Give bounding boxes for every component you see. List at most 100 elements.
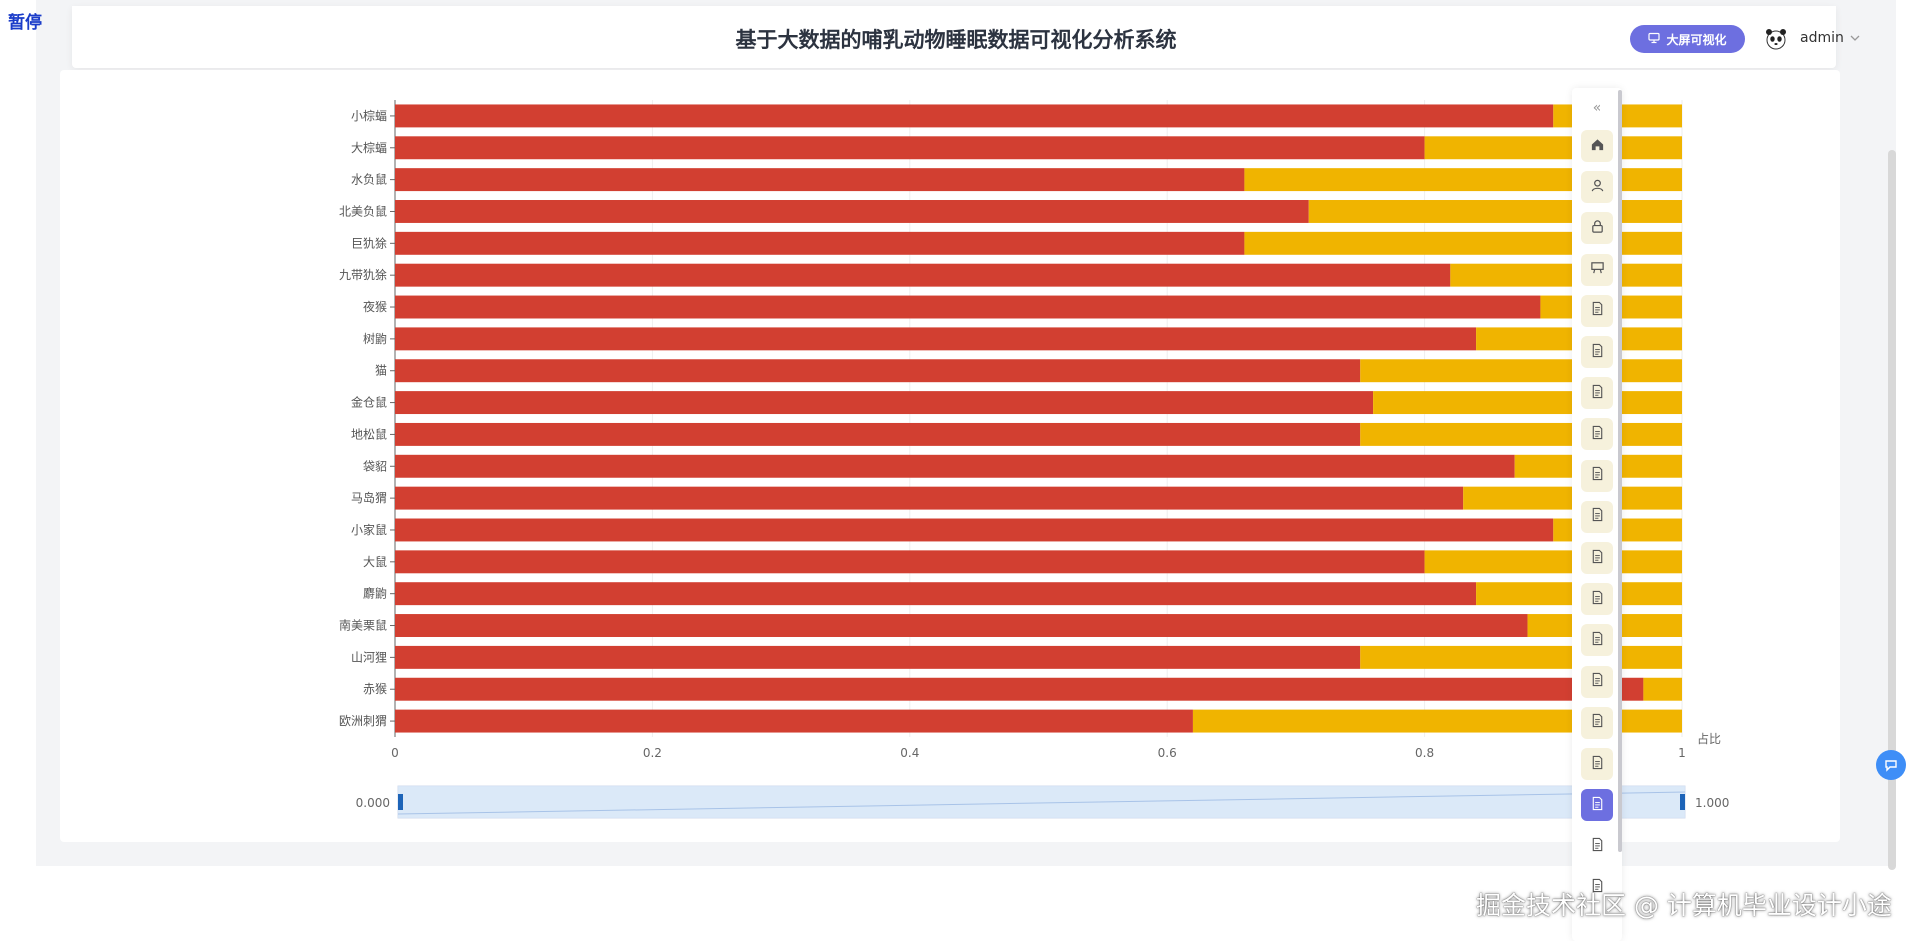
bar-series-2 <box>1360 422 1682 446</box>
bar-series-2 <box>1308 200 1682 223</box>
bar-series-1 <box>395 645 1361 669</box>
document-icon <box>1590 837 1605 856</box>
side-menu-item-5[interactable] <box>1581 294 1613 327</box>
data-zoom-start-label: 0.000 <box>356 796 390 810</box>
collapse-menu-icon[interactable]: « <box>1581 94 1613 122</box>
bar-series-1 <box>395 200 1309 223</box>
y-tick-label: 树鼩 <box>363 331 387 346</box>
y-tick-label: 马岛猬 <box>351 490 387 505</box>
presentation-icon <box>1590 260 1605 279</box>
side-menu-item-17[interactable] <box>1581 789 1613 822</box>
home-icon <box>1590 137 1605 156</box>
bar-series-2 <box>1424 550 1682 574</box>
bar-series-1 <box>395 263 1451 287</box>
data-zoom-end-label: 1.000 <box>1695 796 1729 810</box>
y-tick-label: 袋貂 <box>363 459 387 473</box>
x-tick-label: 0.6 <box>1158 746 1177 760</box>
bar-series-2 <box>1360 359 1682 383</box>
watermark: 掘金技术社区 @ 计算机毕业设计小途 <box>1476 891 1892 920</box>
y-tick-label: 九带犰狳 <box>339 267 387 282</box>
y-tick-label: 大棕蝠 <box>351 140 387 155</box>
bar-series-1 <box>395 327 1477 351</box>
side-menu-item-7[interactable] <box>1581 377 1613 410</box>
document-icon <box>1590 301 1605 320</box>
side-menu-item-3[interactable] <box>1581 212 1613 245</box>
bar-series-1 <box>395 422 1361 446</box>
bar-series-1 <box>395 391 1374 415</box>
bar-series-1 <box>395 136 1425 160</box>
y-tick-label: 猫 <box>375 364 387 378</box>
y-tick-label: 金仓鼠 <box>351 395 387 410</box>
bar-series-1 <box>395 359 1361 383</box>
bar-series-2 <box>1373 391 1682 415</box>
document-icon <box>1590 672 1605 691</box>
side-menu-item-18[interactable] <box>1581 830 1613 863</box>
x-tick-label: 0.8 <box>1415 746 1434 760</box>
side-menu-item-9[interactable] <box>1581 459 1613 492</box>
bar-series-1 <box>395 614 1528 637</box>
bar-series-1 <box>395 582 1477 606</box>
document-icon <box>1590 631 1605 650</box>
chat-float-button[interactable] <box>1876 750 1906 780</box>
y-tick-label: 山河狸 <box>351 650 387 664</box>
side-menu-item-1[interactable] <box>1581 130 1613 162</box>
bar-series-2 <box>1360 645 1682 669</box>
data-zoom-window <box>398 786 1685 818</box>
x-tick-label: 0 <box>391 746 399 760</box>
x-tick-label: 0.2 <box>643 746 662 760</box>
y-tick-label: 小棕蝠 <box>351 108 387 123</box>
x-tick-label: 1 <box>1678 746 1686 760</box>
side-menu-item-2[interactable] <box>1581 171 1613 204</box>
bar-series-1 <box>395 518 1554 542</box>
y-tick-label: 水负鼠 <box>351 173 387 187</box>
side-menu-item-12[interactable] <box>1581 583 1613 616</box>
side-menu-item-14[interactable] <box>1581 665 1613 698</box>
bar-series-1 <box>395 550 1425 574</box>
bar-series-2 <box>1643 677 1682 701</box>
bar-series-2 <box>1450 263 1682 287</box>
side-menu-item-6[interactable] <box>1581 336 1613 368</box>
y-tick-label: 欧洲刺猬 <box>339 714 387 728</box>
y-tick-label: 大鼠 <box>363 555 387 569</box>
document-icon <box>1590 549 1605 568</box>
data-zoom-handle-left[interactable] <box>398 794 403 810</box>
document-icon <box>1590 590 1605 609</box>
data-zoom-handle-right[interactable] <box>1680 794 1685 810</box>
bar-series-1 <box>395 486 1464 510</box>
side-menu-item-16[interactable] <box>1581 748 1613 780</box>
document-icon <box>1590 384 1605 403</box>
document-icon <box>1590 343 1605 362</box>
document-icon <box>1590 796 1605 815</box>
document-icon <box>1590 425 1605 444</box>
side-menu-scrollbar[interactable] <box>1618 90 1622 852</box>
bar-series-1 <box>395 454 1515 478</box>
y-tick-label: 小家鼠 <box>351 522 387 537</box>
stacked-bar-chart: 0 0.2 0.4 0.6 0.8 1 小棕蝠大棕蝠水负鼠北美负鼠巨犰狳九带犰狳夜猴树鼩猫金… <box>339 100 1729 819</box>
side-menu-item-13[interactable] <box>1581 624 1613 657</box>
y-tick-label: 南美栗鼠 <box>339 618 387 633</box>
side-menu-item-4[interactable] <box>1581 253 1613 286</box>
bar-series-1 <box>395 231 1245 255</box>
y-tick-label: 夜猴 <box>363 299 387 314</box>
y-tick-label: 麝鼩 <box>363 586 387 601</box>
y-tick-label: 巨犰狳 <box>351 235 387 250</box>
y-tick-label: 北美负鼠 <box>339 204 387 218</box>
document-icon <box>1590 755 1605 774</box>
y-tick-label: 赤猴 <box>363 682 387 696</box>
user-icon <box>1590 178 1605 197</box>
bar-series-1 <box>395 168 1245 192</box>
side-menu-item-8[interactable] <box>1581 418 1613 451</box>
bar-series-1 <box>395 104 1554 128</box>
lock-icon <box>1590 219 1605 238</box>
y-tick-label: 地松鼠 <box>351 427 387 441</box>
bar-series-1 <box>395 709 1193 733</box>
document-icon <box>1590 713 1605 732</box>
document-icon <box>1590 507 1605 526</box>
bar-series-1 <box>395 677 1644 701</box>
x-tick-label: 0.4 <box>900 746 919 760</box>
side-menu-item-11[interactable] <box>1581 542 1613 574</box>
side-menu-item-10[interactable] <box>1581 500 1613 533</box>
bar-series-1 <box>395 295 1541 319</box>
side-menu-item-15[interactable] <box>1581 706 1613 739</box>
x-axis-label: 占比 <box>1697 731 1721 746</box>
